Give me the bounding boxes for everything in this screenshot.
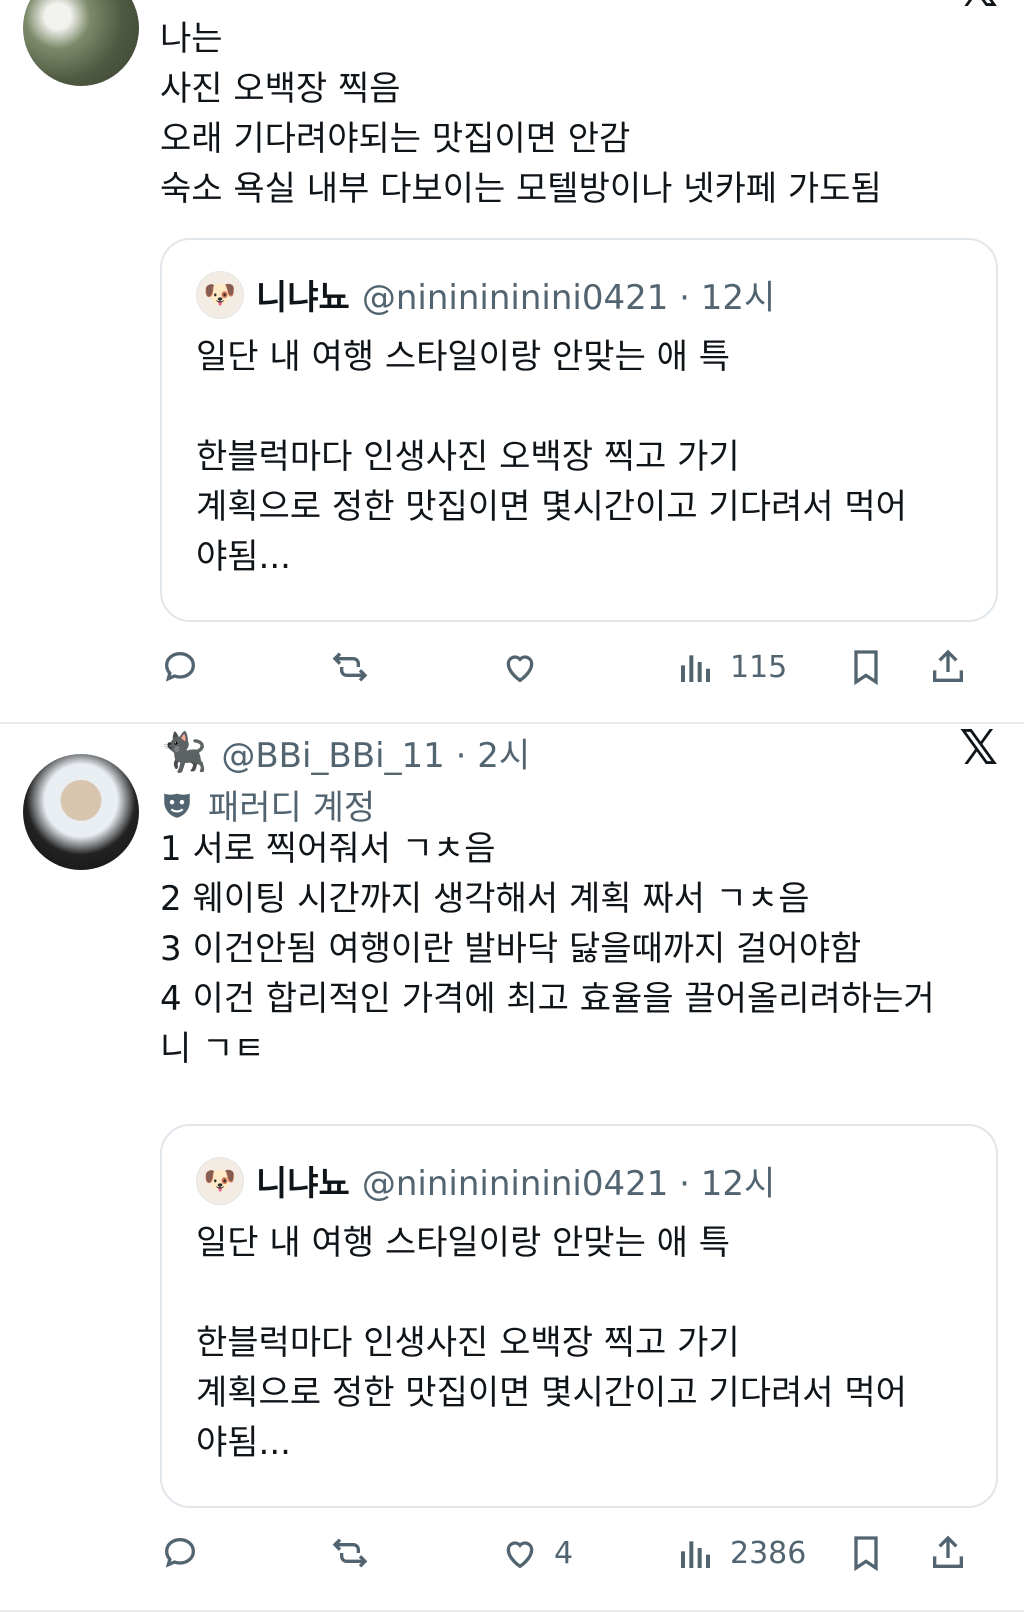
bookmark-icon: [854, 650, 878, 686]
tweet-line: 니 ㄱㅌ: [160, 1029, 265, 1069]
quoted-tweet-body: 일단 내 여행 스타일이랑 안맞는 애 특 한블럭마다 인생사진 오백장 찍고 …: [196, 332, 907, 582]
retweet-icon: [332, 1538, 368, 1568]
quoted-tweet[interactable]: 🐶 니냐뇨 @nininininini0421 · 12시 일단 내 여행 스타…: [160, 1124, 998, 1508]
share-button[interactable]: [928, 1528, 968, 1578]
views-count: 115: [730, 649, 788, 685]
quoted-tweet-body: 일단 내 여행 스타일이랑 안맞는 애 특 한블럭마다 인생사진 오백장 찍고 …: [196, 1218, 907, 1468]
quoted-author-name: 니냐뇨: [256, 1164, 350, 1204]
cat-emoji: 🐈‍⬛: [160, 730, 208, 774]
quoted-avatar: 🐶: [196, 270, 244, 319]
quoted-author-handle: @nininininini0421 · 12시: [361, 278, 776, 318]
tweet-divider: [0, 1610, 1024, 1612]
views-button[interactable]: 2386: [676, 1528, 806, 1578]
bookmark-button[interactable]: [846, 642, 886, 692]
tweet-line: 1 서로 찍어줘서 ㄱㅊ음: [160, 829, 496, 869]
quoted-line: 야됨...: [196, 1423, 291, 1463]
tweet-line: 숙소 욕실 내부 다보이는 모텔방이나 넷카페 가도됨: [160, 169, 882, 209]
quoted-line: 야됨...: [196, 537, 291, 577]
share-button[interactable]: [928, 642, 968, 692]
tweet-line: 2 웨이팅 시간까지 생각해서 계획 짜서 ㄱㅊ음: [160, 879, 810, 919]
parody-account-label: 패러디 계정: [208, 788, 376, 828]
share-icon: [933, 1535, 963, 1568]
like-button[interactable]: 4: [500, 1528, 573, 1578]
heart-icon: [506, 655, 534, 683]
retweet-icon: [332, 652, 368, 682]
views-icon: [681, 655, 710, 682]
mask-icon: [164, 793, 190, 818]
quoted-line: [196, 382, 907, 432]
tweet-actions: 4 2386: [160, 1528, 1000, 1578]
tweet-line: 3 이건안됨 여행이란 발바닥 닳을때까지 걸어야함: [160, 929, 862, 969]
quoted-line: 한블럭마다 인생사진 오백장 찍고 가기: [196, 1323, 740, 1363]
reply-button[interactable]: [160, 642, 200, 692]
tweet-header: 🐈‍⬛ @BBi_BBi_11 · 2시: [160, 728, 530, 777]
author-handle[interactable]: @BBi_BBi_11 · 2시: [221, 728, 530, 777]
quoted-line: 한블럭마다 인생사진 오백장 찍고 가기: [196, 437, 740, 477]
tweet-body: 1 서로 찍어줘서 ㄱㅊ음 2 웨이팅 시간까지 생각해서 계획 짜서 ㄱㅊ음 …: [160, 824, 935, 1074]
avatar[interactable]: [23, 0, 139, 86]
quoted-line: 계획으로 정한 맛집이면 몇시간이고 기다려서 먹어: [196, 487, 907, 527]
tweet-actions: 115: [160, 642, 1000, 692]
bookmark-button[interactable]: [846, 1528, 886, 1578]
quoted-line: 일단 내 여행 스타일이랑 안맞는 애 특: [196, 1223, 731, 1263]
tweet[interactable]: 𝕏 나는 사진 오백장 찍음 오래 기다려야되는 맛집이면 안감 숙소 욕실 내…: [0, 0, 1024, 722]
heart-icon: [506, 1541, 534, 1569]
quoted-tweet[interactable]: 🐶 니냐뇨 @nininininini0421 · 12시 일단 내 여행 스타…: [160, 238, 998, 622]
tweet-line: 4 이건 합리적인 가격에 최고 효율을 끌어올리려하는거: [160, 979, 935, 1019]
quoted-author-handle: @nininininini0421 · 12시: [361, 1164, 776, 1204]
tweet-line: 나는: [160, 19, 223, 59]
views-icon: [681, 1541, 710, 1568]
tweet-line: 오래 기다려야되는 맛집이면 안감: [160, 119, 631, 159]
quoted-line: 계획으로 정한 맛집이면 몇시간이고 기다려서 먹어: [196, 1373, 907, 1413]
quoted-tweet-header: 🐶 니냐뇨 @nininininini0421 · 12시: [196, 1156, 775, 1205]
retweet-button[interactable]: [330, 1528, 370, 1578]
views-count: 2386: [730, 1535, 807, 1571]
reply-icon: [164, 651, 196, 682]
tweet-line: 사진 오백장 찍음: [160, 69, 401, 109]
quoted-avatar: 🐶: [196, 1156, 244, 1205]
views-button[interactable]: 115: [676, 642, 787, 692]
bookmark-icon: [854, 1536, 878, 1572]
reply-icon: [164, 1537, 196, 1568]
like-count: 4: [554, 1535, 574, 1571]
tweet-body: 나는 사진 오백장 찍음 오래 기다려야되는 맛집이면 안감 숙소 욕실 내부 …: [160, 14, 882, 214]
reply-button[interactable]: [160, 1528, 200, 1578]
quoted-line: [196, 1268, 907, 1318]
share-icon: [933, 649, 963, 682]
retweet-button[interactable]: [330, 642, 370, 692]
x-logo-icon: 𝕏: [959, 0, 998, 18]
x-logo-icon: 𝕏: [959, 720, 998, 776]
quoted-line: 일단 내 여행 스타일이랑 안맞는 애 특: [196, 337, 731, 377]
quoted-author-name: 니냐뇨: [256, 278, 350, 318]
quoted-tweet-header: 🐶 니냐뇨 @nininininini0421 · 12시: [196, 270, 775, 319]
parody-label: 패러디 계정: [160, 780, 375, 829]
avatar[interactable]: [23, 754, 139, 870]
tweet[interactable]: 𝕏 🐈‍⬛ @BBi_BBi_11 · 2시 패러디 계정 1 서로 찍어줘서 …: [0, 720, 1024, 1614]
like-button[interactable]: [500, 642, 540, 692]
